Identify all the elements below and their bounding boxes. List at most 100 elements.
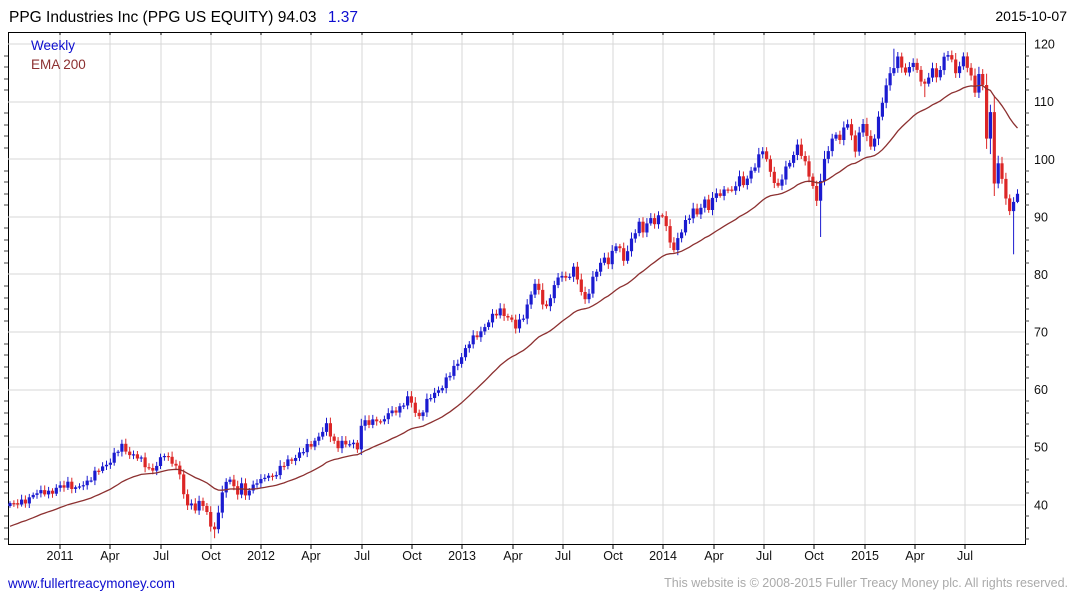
- candle: [537, 278, 541, 295]
- candle: [865, 117, 869, 142]
- candle: [718, 189, 722, 198]
- candle: [680, 229, 684, 243]
- candle: [321, 427, 325, 440]
- svg-text:Oct: Oct: [402, 549, 422, 563]
- candle: [556, 273, 560, 289]
- page-root: { "header": { "title": "PPG Industries I…: [0, 0, 1075, 600]
- candle: [726, 187, 730, 194]
- candle: [363, 415, 367, 431]
- candle: [35, 489, 39, 499]
- svg-text:Oct: Oct: [603, 549, 623, 563]
- candle: [413, 397, 417, 417]
- footer-link[interactable]: www.fullertreacymoney.com: [7, 576, 175, 591]
- candle: [826, 146, 830, 164]
- candle: [745, 175, 749, 190]
- candle: [209, 506, 213, 532]
- candle: [54, 484, 58, 496]
- candles-group: [8, 48, 1020, 539]
- candle: [193, 498, 197, 514]
- x-axis-labels: 2011 Apr Jul Oct 2012 Apr Jul Oct 2013 Apr Jul Oct 2…: [47, 549, 973, 563]
- svg-text:Oct: Oct: [201, 549, 221, 563]
- candle: [429, 394, 433, 402]
- candle: [734, 181, 738, 195]
- candle: [892, 48, 896, 76]
- candle: [494, 309, 498, 319]
- candle: [653, 213, 657, 229]
- candle: [135, 451, 139, 461]
- candle: [213, 522, 217, 539]
- candle: [97, 468, 101, 475]
- candle: [386, 408, 390, 424]
- candle: [730, 186, 734, 193]
- candle: [602, 252, 606, 266]
- candle: [544, 300, 549, 309]
- candle: [575, 261, 579, 285]
- candle: [541, 283, 545, 310]
- svg-text:Apr: Apr: [704, 549, 723, 563]
- candle: [324, 417, 329, 436]
- candle: [406, 391, 410, 410]
- candle: [274, 471, 278, 479]
- candle: [232, 474, 236, 491]
- candle: [182, 469, 186, 499]
- candle: [985, 73, 989, 149]
- candle: [849, 118, 854, 141]
- svg-text:50: 50: [1034, 441, 1048, 455]
- candle: [74, 485, 78, 493]
- candle: [101, 462, 105, 474]
- price-chart: PPG Industries Inc (PPG US EQUITY) 94.03…: [4, 8, 1068, 591]
- svg-text:100: 100: [1034, 153, 1055, 167]
- candle: [336, 437, 340, 452]
- candle: [876, 111, 881, 146]
- svg-text:80: 80: [1034, 268, 1048, 282]
- candle: [927, 72, 931, 87]
- candle: [853, 130, 857, 158]
- candle: [900, 52, 904, 73]
- candle: [629, 232, 634, 257]
- candle: [77, 483, 82, 490]
- candle: [506, 313, 510, 321]
- candle: [487, 319, 491, 330]
- candle: [722, 186, 726, 201]
- candle: [896, 52, 900, 73]
- candle: [240, 477, 244, 499]
- candle: [595, 269, 599, 282]
- candle: [186, 489, 190, 510]
- candle: [969, 63, 973, 81]
- candle: [838, 130, 842, 145]
- candle: [158, 453, 163, 469]
- candle: [390, 406, 394, 417]
- candle: [332, 433, 336, 444]
- candle: [683, 215, 688, 236]
- candle: [104, 460, 109, 470]
- candle: [456, 359, 460, 371]
- candle: [81, 481, 85, 491]
- candle: [70, 477, 74, 494]
- candle: [267, 473, 271, 482]
- candle: [421, 410, 425, 421]
- y-axis-labels: 40 50 60 70 80 90 100 110 120: [1034, 38, 1055, 513]
- candle: [1008, 194, 1012, 216]
- candle: [911, 58, 915, 72]
- candle: [772, 166, 776, 189]
- candle: [344, 436, 348, 448]
- candle: [815, 180, 819, 206]
- candle: [934, 63, 938, 83]
- candle: [290, 457, 294, 464]
- svg-text:2014: 2014: [649, 549, 677, 563]
- svg-text:2011: 2011: [47, 549, 74, 563]
- candle: [348, 440, 352, 448]
- candle: [189, 499, 193, 510]
- candle: [47, 486, 51, 499]
- candle: [992, 95, 996, 196]
- candle: [861, 119, 865, 137]
- candle: [297, 447, 302, 462]
- candle: [591, 271, 595, 298]
- candle: [737, 170, 742, 192]
- candle: [672, 237, 676, 253]
- candle: [529, 291, 533, 309]
- candle: [907, 62, 911, 77]
- legend-weekly-label: Weekly: [31, 38, 75, 53]
- candle: [583, 286, 587, 304]
- candle: [108, 458, 112, 469]
